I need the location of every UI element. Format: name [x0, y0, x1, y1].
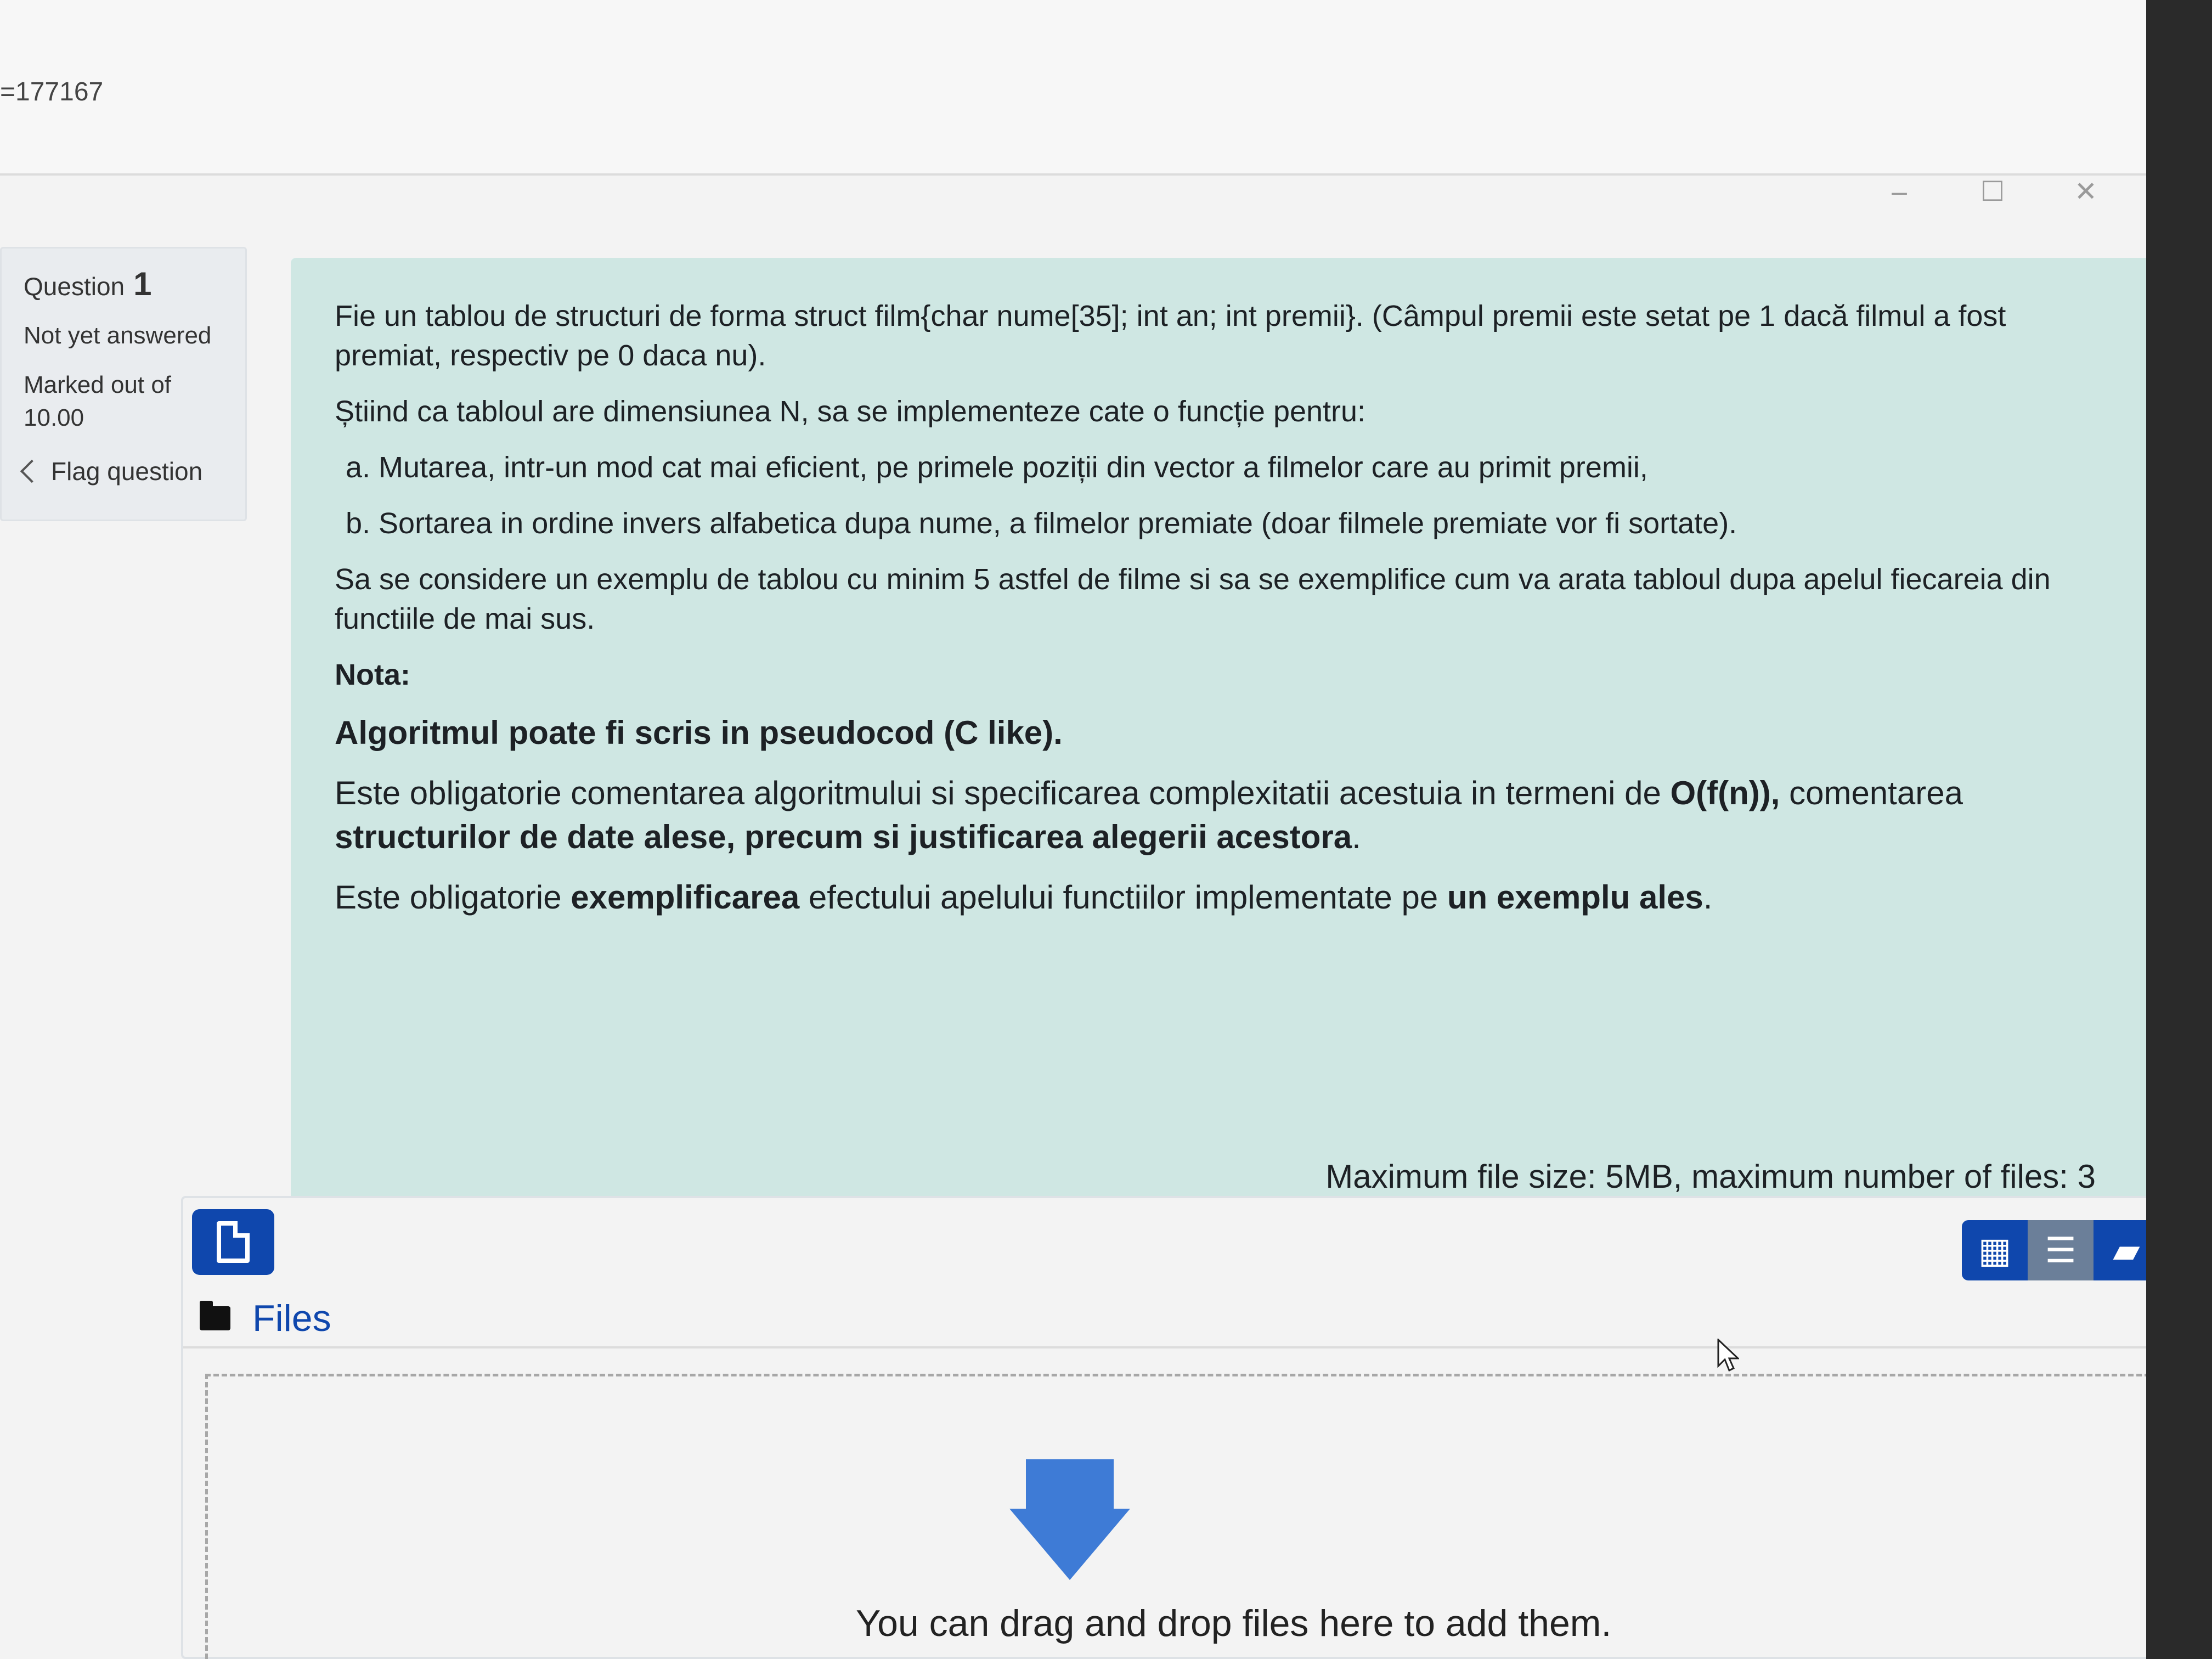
question-paragraph-2: Știind ca tabloul are dimensiunea N, sa …	[335, 395, 1366, 428]
file-manager: ▦ ☰ ▰ Files	[181, 1196, 2178, 1659]
file-path: Files	[200, 1297, 331, 1340]
question-paragraph-5: Este obligatorie exemplificarea efectulu…	[335, 876, 2090, 919]
browser-bar: =177167	[0, 0, 2212, 176]
maximize-icon[interactable]: ☐	[1976, 176, 2009, 207]
add-file-button[interactable]	[192, 1209, 274, 1275]
grid-view-icon[interactable]: ▦	[1962, 1220, 2028, 1280]
p5-text-d: un exemplu ales	[1447, 879, 1703, 916]
question-text: Fie un tablou de structuri de forma stru…	[291, 258, 2156, 1201]
question-number-value: 1	[133, 266, 152, 302]
p5-text-a: Este obligatorie	[335, 879, 571, 916]
close-icon[interactable]: ✕	[2069, 176, 2102, 207]
list-view-icon[interactable]: ☰	[2028, 1220, 2094, 1280]
p5-text-c: efectului apelului functiilor implementa…	[799, 879, 1447, 916]
p4-text-b: O(f(n)),	[1670, 775, 1780, 811]
question-state: Not yet answered	[24, 322, 212, 349]
flag-label: Flag question	[51, 457, 203, 486]
p4-text-a: Este obligatorie comentarea algoritmului…	[335, 775, 1671, 811]
question-number: Question 1	[24, 265, 234, 303]
marked-label: Marked out of	[24, 371, 172, 398]
p4-text-d: structurilor de date alese, precum si ju…	[335, 819, 1352, 855]
folder-icon	[200, 1301, 230, 1330]
files-path-label[interactable]: Files	[252, 1297, 331, 1340]
minimize-icon[interactable]: –	[1883, 176, 1916, 207]
p4-text-e: .	[1352, 819, 1361, 855]
note-heading: Nota:	[335, 655, 2090, 695]
address-fragment[interactable]: =177167	[0, 77, 103, 107]
p5-text-b: exemplificarea	[571, 879, 800, 916]
note-label: Nota:	[335, 658, 410, 691]
add-file-icon	[217, 1221, 250, 1263]
view-switcher: ▦ ☰ ▰	[1962, 1220, 2159, 1280]
question-label: Question	[24, 272, 125, 301]
algorithm-note-text: Algoritmul poate fi scris in pseudocod (…	[335, 714, 1063, 751]
window-controls: – ☐ ✕	[1883, 176, 2102, 207]
question-paragraph-4: Este obligatorie comentarea algoritmului…	[335, 771, 2090, 859]
question-grade: Marked out of 10.00	[24, 369, 234, 435]
question-paragraph-3: Sa se considere un exemplu de tablou cu …	[335, 563, 2051, 635]
p5-text-e: .	[1703, 879, 1713, 916]
algorithm-note: Algoritmul poate fi scris in pseudocod (…	[335, 711, 2090, 755]
question-item-a: a. Mutarea, intr-un mod cat mai eficient…	[346, 451, 1648, 484]
question-item-b: b. Sortarea in ordine invers alfabetica …	[346, 507, 1737, 540]
drop-arrow-icon	[1009, 1459, 1130, 1580]
marked-value: 10.00	[24, 404, 84, 431]
question-paragraph-1: Fie un tablou de structuri de forma stru…	[335, 300, 2006, 372]
mouse-cursor-icon	[1717, 1339, 1739, 1372]
question-info: Question 1 Not yet answered Marked out of…	[0, 247, 247, 521]
flag-question-link[interactable]: Flag question	[20, 456, 234, 486]
file-manager-divider	[183, 1346, 2176, 1348]
flag-icon	[20, 459, 44, 483]
p4-text-c: comentarea	[1780, 775, 1963, 811]
drop-zone-text: You can drag and drop files here to add …	[856, 1602, 1612, 1644]
file-limits: Maximum file size: 5MB, maximum number o…	[1325, 1158, 2096, 1195]
screen-bezel-right	[2146, 0, 2212, 1659]
